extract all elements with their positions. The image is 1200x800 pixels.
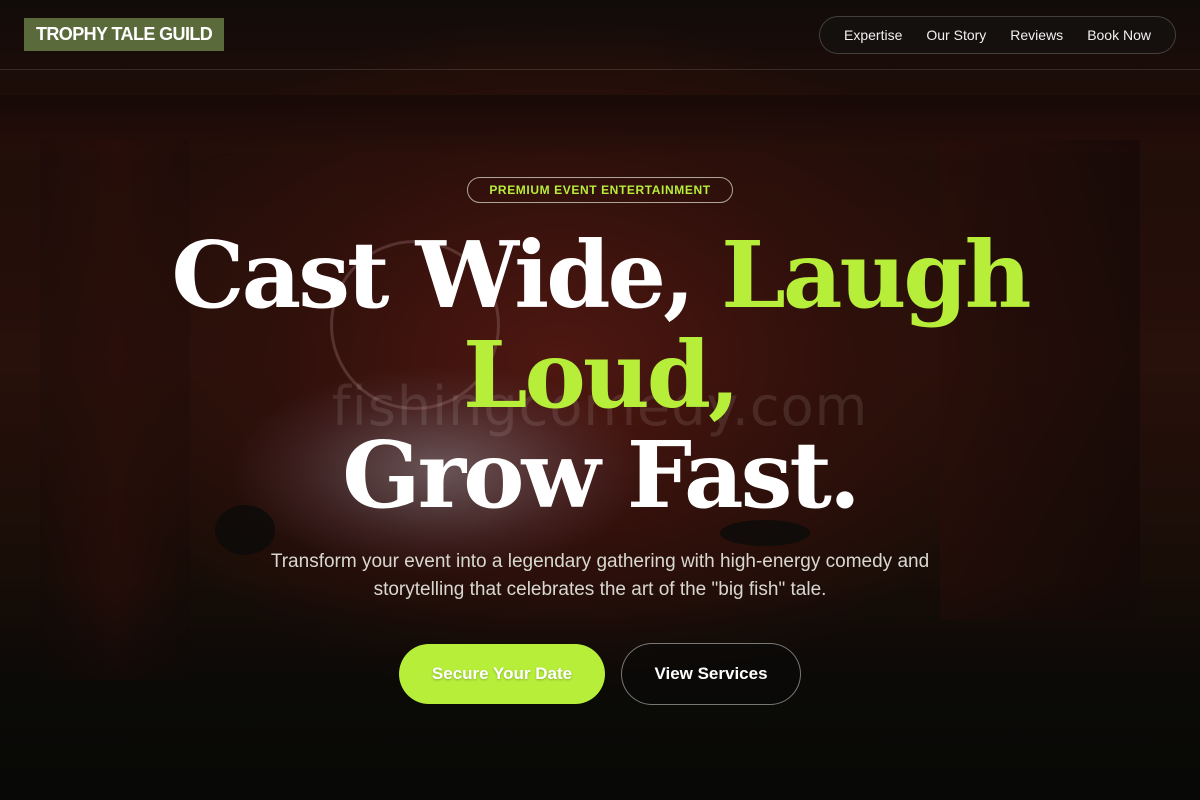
headline-part-1: Cast Wide, bbox=[171, 221, 722, 329]
hero-subcopy: Transform your event into a legendary ga… bbox=[270, 551, 930, 600]
headline-part-2: Laugh bbox=[721, 221, 1031, 329]
view-services-button[interactable]: View Services bbox=[621, 643, 801, 705]
site-header: TROPHY TALE GUILD Expertise Our Story Re… bbox=[0, 0, 1200, 70]
headline-part-3: Loud, bbox=[462, 321, 740, 429]
nav-link-book-now[interactable]: Book Now bbox=[1075, 27, 1163, 43]
hero-section: PREMIUM EVENT ENTERTAINMENT Cast Wide, L… bbox=[0, 0, 1200, 800]
nav-link-reviews[interactable]: Reviews bbox=[998, 27, 1075, 43]
nav-link-our-story[interactable]: Our Story bbox=[914, 27, 998, 43]
main-nav: Expertise Our Story Reviews Book Now bbox=[819, 16, 1176, 54]
headline-part-4: Grow Fast. bbox=[342, 421, 861, 529]
nav-link-expertise[interactable]: Expertise bbox=[832, 27, 914, 43]
secure-your-date-button[interactable]: Secure Your Date bbox=[399, 644, 605, 704]
logo[interactable]: TROPHY TALE GUILD bbox=[24, 18, 225, 51]
hero-headline: Cast Wide, Laugh Loud, Grow Fast. bbox=[100, 225, 1100, 525]
eyebrow-badge: PREMIUM EVENT ENTERTAINMENT bbox=[467, 177, 733, 203]
